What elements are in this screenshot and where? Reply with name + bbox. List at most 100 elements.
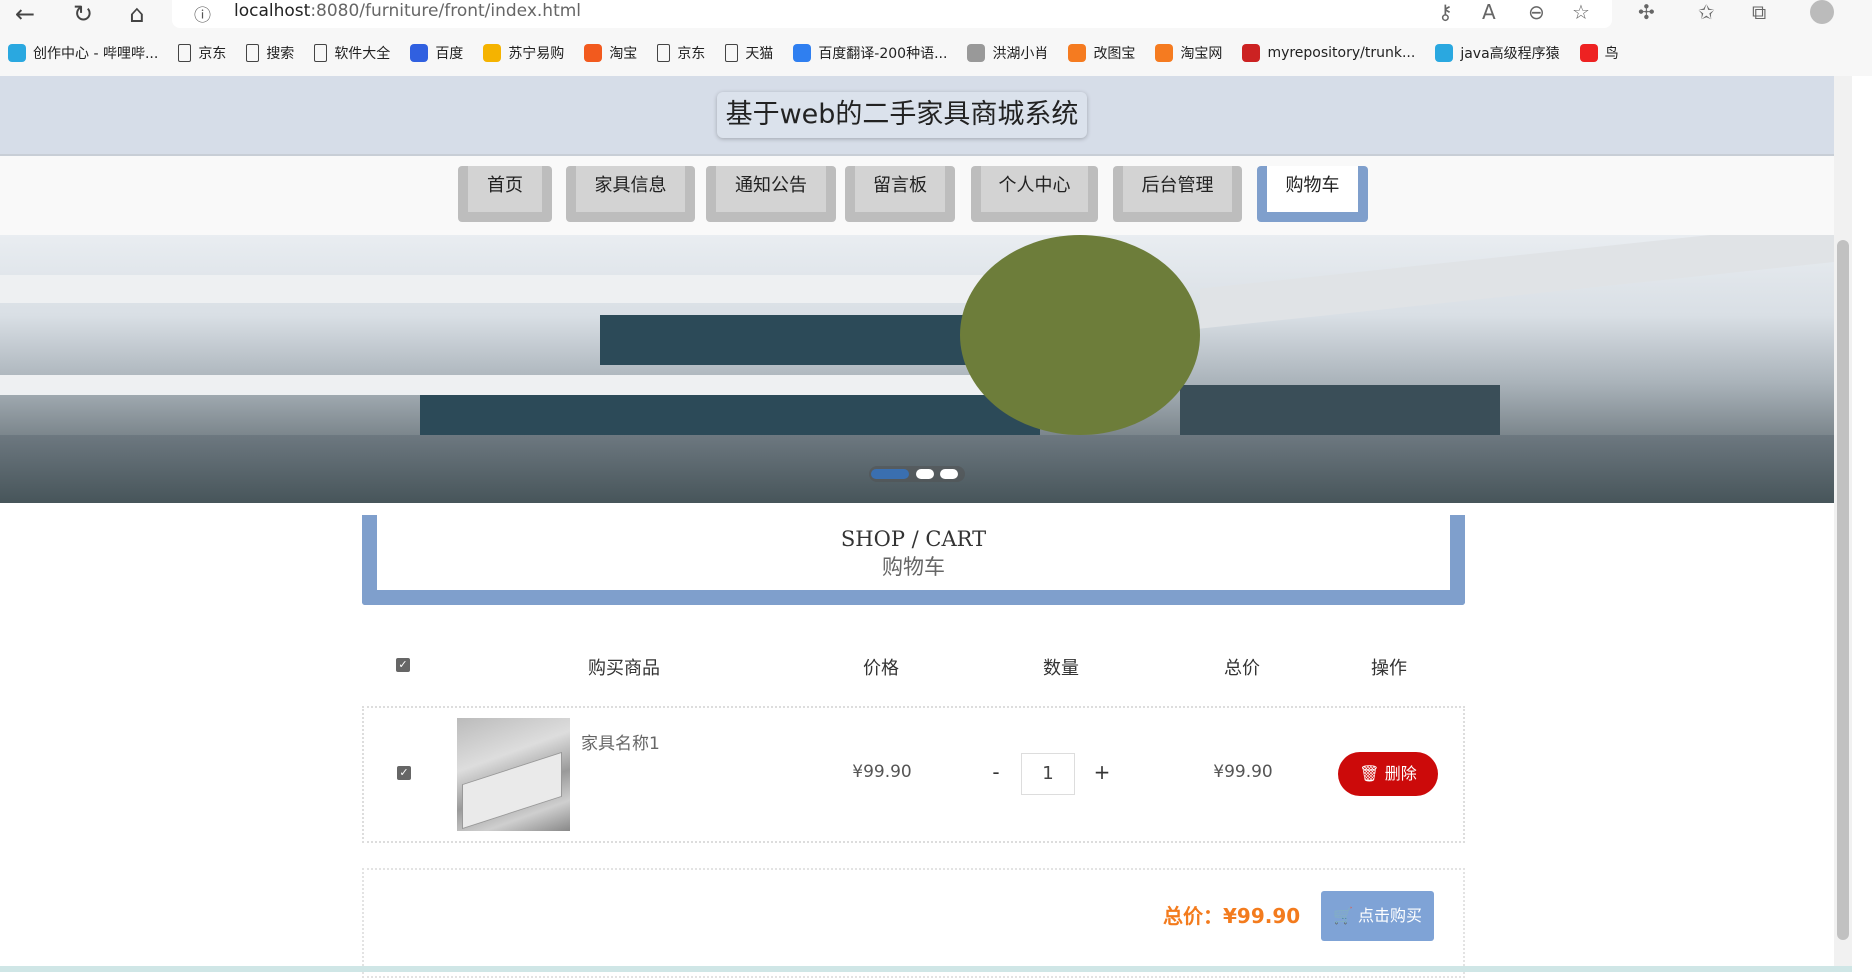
bookmark-item[interactable]: 百度	[410, 43, 463, 63]
bookmarks-bar: 创作中心 - 哔哩哔... 京东 搜索 软件大全 百度 苏宁易购 淘宝 京东 天猫 百度翻译-20…	[8, 40, 1619, 66]
trash-icon: 🗑	[1359, 764, 1380, 783]
bookmark-label: 天猫	[745, 46, 774, 62]
bilibili-icon	[1435, 44, 1454, 62]
bottom-strip	[0, 966, 1852, 972]
bookmark-label: 淘宝网	[1180, 46, 1223, 62]
suning-icon	[483, 44, 502, 62]
product-name[interactable]: 家具名称1	[581, 729, 660, 754]
collections-icon[interactable]: ⧉	[1752, 0, 1766, 24]
bookmark-item[interactable]: 淘宝网	[1155, 43, 1222, 63]
zoom-out-icon[interactable]: ⊖	[1528, 0, 1545, 24]
nav-personal-center[interactable]: 个人中心	[971, 166, 1098, 222]
address-bar[interactable]: ⓘ localhost:8080/furniture/front/index.h…	[172, 0, 1612, 28]
qty-increase-button[interactable]: +	[1094, 760, 1111, 784]
bookmark-label: java高级程序猿	[1460, 46, 1560, 62]
bookmark-item[interactable]: 鸟	[1579, 43, 1619, 63]
nav-notices[interactable]: 通知公告	[706, 166, 836, 222]
nav-label: 家具信息	[576, 166, 685, 212]
cart-icon: 🛒	[1332, 906, 1353, 925]
bookmark-label: 洪湖小肖	[992, 46, 1049, 62]
nav-home[interactable]: 首页	[458, 166, 552, 222]
bookmark-item[interactable]: 创作中心 - 哔哩哔...	[8, 43, 158, 63]
page-icon	[725, 44, 739, 62]
read-aloud-icon[interactable]: A	[1482, 0, 1496, 24]
header-total: 总价	[1224, 658, 1260, 679]
nav-label: 首页	[468, 166, 542, 212]
favorite-add-icon[interactable]: ☆	[1572, 0, 1590, 24]
page-icon	[178, 44, 192, 62]
bookmark-label: 鸟	[1604, 46, 1619, 62]
bookmark-item[interactable]: 京东	[178, 43, 226, 63]
nav-admin[interactable]: 后台管理	[1113, 166, 1242, 222]
bookmark-item[interactable]: java高级程序猿	[1435, 43, 1560, 63]
page-icon	[657, 44, 671, 62]
nav-cart[interactable]: 购物车	[1257, 166, 1368, 222]
header-quantity: 数量	[1043, 658, 1079, 679]
key-icon[interactable]: ⚷	[1438, 0, 1453, 24]
extensions-icon[interactable]: ✣	[1638, 0, 1655, 24]
bookmark-item[interactable]: 百度翻译-200种语...	[793, 43, 947, 63]
bookmark-label: 百度	[435, 46, 464, 62]
nav-furniture-info[interactable]: 家具信息	[566, 166, 695, 222]
page-icon	[246, 44, 260, 62]
product-image[interactable]	[457, 718, 570, 831]
buy-label: 点击购买	[1358, 906, 1423, 925]
url-host: localhost	[234, 1, 311, 21]
scrollbar-thumb[interactable]	[1837, 240, 1849, 940]
bookmark-item[interactable]: myrepository/trunk...	[1242, 44, 1415, 62]
qty-decrease-button[interactable]: -	[992, 760, 999, 784]
site-title: 基于web的二手家具商城系统	[717, 92, 1087, 138]
nav-message-board[interactable]: 留言板	[845, 166, 955, 222]
buy-button[interactable]: 🛒 点击购买	[1321, 891, 1434, 941]
bookmark-label: 搜索	[266, 46, 295, 62]
item-checkbox[interactable]: ✓	[397, 766, 411, 780]
select-all-checkbox[interactable]: ✓	[396, 658, 410, 672]
carousel-dot[interactable]	[940, 469, 958, 479]
back-icon[interactable]: ←	[10, 0, 40, 28]
bird-red-icon	[1579, 44, 1598, 62]
section-title-cn: 购物车	[882, 555, 945, 579]
cart-total: 总价：¥99.90	[1163, 904, 1301, 928]
header-product: 购买商品	[588, 658, 660, 679]
carousel-dot-active[interactable]	[871, 469, 909, 479]
bookmark-label: 京东	[677, 46, 706, 62]
profile-avatar[interactable]	[1810, 0, 1834, 24]
header-price: 价格	[863, 658, 899, 679]
taobao-icon	[584, 44, 603, 62]
nav-label: 购物车	[1267, 166, 1358, 212]
bookmark-label: 软件大全	[334, 46, 391, 62]
section-title-en: SHOP / CART	[840, 527, 987, 551]
reload-icon[interactable]: ↻	[68, 0, 98, 28]
bookmark-item[interactable]: 天猫	[725, 43, 773, 63]
translate-icon	[793, 44, 812, 62]
bookmark-item[interactable]: 淘宝	[584, 43, 637, 63]
delete-label: 删除	[1384, 764, 1417, 783]
repo-icon	[1242, 44, 1261, 62]
carousel-indicators	[869, 466, 965, 482]
bird-icon	[967, 44, 986, 62]
bookmark-label: 创作中心 - 哔哩哔...	[33, 46, 159, 62]
bookmark-label: 苏宁易购	[508, 46, 565, 62]
bookmark-label: myrepository/trunk...	[1267, 45, 1416, 61]
delete-button[interactable]: 🗑 删除	[1338, 752, 1438, 796]
favorites-icon[interactable]: ✩	[1698, 0, 1715, 24]
bookmark-item[interactable]: 洪湖小肖	[967, 43, 1048, 63]
item-total: ¥99.90	[1213, 762, 1273, 782]
item-price: ¥99.90	[852, 762, 912, 782]
quantity-input[interactable]: 1	[1021, 753, 1075, 795]
site-info-icon[interactable]: ⓘ	[194, 1, 211, 26]
carousel-dot[interactable]	[916, 469, 934, 479]
page-icon	[314, 44, 328, 62]
banner-carousel[interactable]	[0, 235, 1834, 503]
url-path: :8080/furniture/front/index.html	[310, 1, 582, 21]
bookmark-item[interactable]: 改图宝	[1068, 43, 1135, 63]
section-heading: SHOP / CART 购物车	[362, 515, 1465, 605]
bookmark-item[interactable]: 苏宁易购	[483, 43, 564, 63]
bookmark-item[interactable]: 京东	[657, 43, 705, 63]
bookmark-label: 淘宝	[609, 46, 638, 62]
bookmark-item[interactable]: 软件大全	[314, 43, 390, 63]
nav-label: 后台管理	[1123, 166, 1232, 212]
bilibili-icon	[8, 44, 26, 62]
bookmark-item[interactable]: 搜索	[246, 43, 294, 63]
home-icon[interactable]: ⌂	[122, 0, 152, 28]
